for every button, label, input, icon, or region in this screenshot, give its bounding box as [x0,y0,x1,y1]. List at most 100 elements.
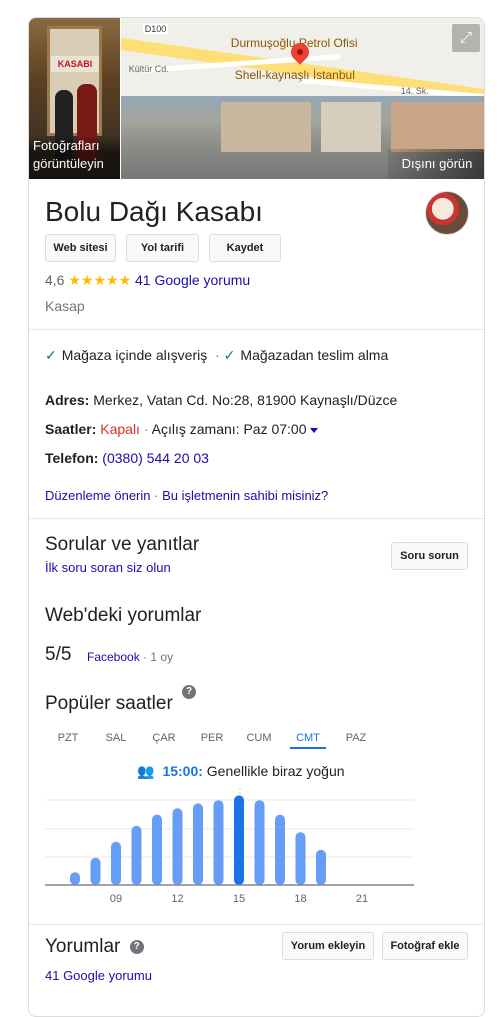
popular-times-chart: 09 12 15 18 21 [45,788,414,905]
tick-label-21: 21 [356,893,368,905]
hours-next: Açılış zamanı: Paz 07:00 [151,421,307,437]
divider [29,518,484,519]
claim-business-link[interactable]: Bu işletmenin sahibi misiniz? [162,488,328,503]
live-busyness: 👥 15:00: Genellikle biraz yoğun [137,763,345,780]
business-name: Bolu Dağı Kasabı [45,196,263,227]
tick-label-09: 09 [110,893,122,905]
hours-row[interactable]: Saatler: Kapalı · Açılış zamanı: Paz 07:… [45,421,318,437]
day-tab-mon[interactable]: PZT [50,732,86,744]
popular-times-label: Popüler saatler [45,693,173,714]
bar-19[interactable] [316,849,326,885]
bar-15[interactable] [234,795,244,885]
web-review-source-row: Facebook · 1 oy [87,650,173,664]
address-row: Adres: Merkez, Vatan Cd. No:28, 81900 Ka… [45,392,397,408]
bar-11[interactable] [152,814,162,885]
day-tab-tue[interactable]: SAL [98,732,134,744]
knowledge-panel: KASABI Fotoğrafları görüntüleyin D100 Du… [28,17,485,1017]
shop-sign: KASABI [51,56,99,72]
bar-16[interactable] [254,800,265,885]
check-icon: ✓ [223,347,236,363]
expand-map-icon[interactable]: ⤢ [452,24,480,52]
bar-14[interactable] [213,800,224,885]
separator: · [143,421,149,437]
add-review-button[interactable]: Yorum ekleyin [282,932,374,960]
feature-item: ✓ Mağaza içinde alışveriş [45,347,207,364]
tick-label-18: 18 [294,893,306,905]
feature-label: Mağaza içinde alışveriş [61,347,208,363]
google-reviews-link[interactable]: 41 Google yorumu [45,968,152,983]
reviews-link[interactable]: 41 Google yorumu [135,272,250,288]
phone-label: Telefon: [45,450,99,466]
day-tab-sun[interactable]: PAZ [338,732,374,744]
bar-09[interactable] [111,841,121,885]
map-street-label: Kültür Cd. [128,64,169,74]
rating-value: 4,6 [45,272,65,288]
save-button[interactable]: Kaydet [209,234,281,262]
phone-link[interactable]: (0380) 544 20 03 [102,450,209,466]
day-tab-wed[interactable]: ÇAR [146,732,182,744]
bar-13[interactable] [193,803,203,885]
help-icon[interactable]: ? [182,685,197,699]
busy-text: Genellikle biraz yoğun [206,763,345,779]
hours-status: Kapalı [100,421,140,437]
photos-tile[interactable]: KASABI Fotoğrafları görüntüleyin [29,18,120,179]
day-tab-fri[interactable]: CUM [241,732,277,744]
bar-08[interactable] [90,857,101,885]
separator: · [143,650,148,664]
website-button[interactable]: Web sitesi [45,234,116,262]
map-street-label: 14. Sk. [400,86,429,96]
bar-10[interactable] [131,825,142,885]
add-photo-button[interactable]: Fotoğraf ekle [382,932,468,960]
outside-caption: Dışını görün [388,149,484,179]
star-rating-icon: ★★★★★ [68,272,132,288]
dropdown-arrow-icon[interactable] [309,427,318,433]
bar-group [70,795,326,885]
suggest-row: Düzenleme önerin · Bu işletmenin sahibi … [45,488,328,503]
tick-label-12: 12 [171,893,183,905]
building [320,102,381,152]
business-category: Kasap [45,298,85,314]
popular-times-title: Popüler saatler ? [45,685,197,715]
rating-row: 4,6 ★★★★★ 41 Google yorumu [45,272,250,289]
bar-18[interactable] [295,832,306,885]
bar-17[interactable] [275,814,285,885]
ask-first-link[interactable]: İlk soru soran siz olun [45,560,171,575]
web-review-count: 1 oy [150,650,174,664]
facebook-link[interactable]: Facebook [87,650,140,664]
building [390,102,484,152]
map-tile[interactable]: D100 Durmuşoğlu Petrol Ofisi Shell-kayna… [120,18,484,179]
day-tab-thu[interactable]: PER [194,732,230,744]
directions-button[interactable]: Yol tarifi [126,234,199,262]
tick-group: 09 12 15 18 21 [110,893,368,905]
reviews-label: Yorumlar [45,936,121,957]
map-poi: Shell-kaynaşlı İstanbul [234,68,355,82]
address-value: Merkez, Vatan Cd. No:28, 81900 Kaynaşlı/… [93,392,398,408]
bar-12[interactable] [172,808,183,885]
ask-question-button[interactable]: Soru sorun [391,542,468,570]
photos-caption: Fotoğrafları görüntüleyin [29,135,120,179]
tick-label-15: 15 [233,893,245,905]
feature-label: Mağazadan teslim alma [240,347,389,363]
check-icon: ✓ [45,347,57,363]
divider [29,329,484,330]
suggest-edit-link[interactable]: Düzenleme önerin [45,488,151,503]
address-label: Adres: [45,392,90,408]
map-road-label: D100 [142,24,169,34]
business-logo[interactable] [425,191,469,235]
web-reviews-title: Web'deki yorumlar [45,605,202,626]
help-icon[interactable]: ? [129,940,144,954]
hours-label: Saatler: [45,421,97,437]
divider [29,924,484,925]
reviews-title: Yorumlar ? [45,936,144,958]
phone-row: Telefon: (0380) 544 20 03 [45,450,209,466]
hero-media: KASABI Fotoğrafları görüntüleyin D100 Du… [29,18,484,179]
qa-title: Sorular ve yanıtlar [45,534,200,555]
bar-07[interactable] [70,872,80,885]
busy-time: 15:00: [162,763,203,779]
building [220,102,311,152]
people-icon: 👥 [137,763,155,779]
feature-item: · ✓ Mağazadan teslim alma [215,347,389,363]
web-review-score: 5/5 [45,644,72,665]
separator: · [154,488,159,503]
day-tab-sat[interactable]: CMT [290,732,326,749]
